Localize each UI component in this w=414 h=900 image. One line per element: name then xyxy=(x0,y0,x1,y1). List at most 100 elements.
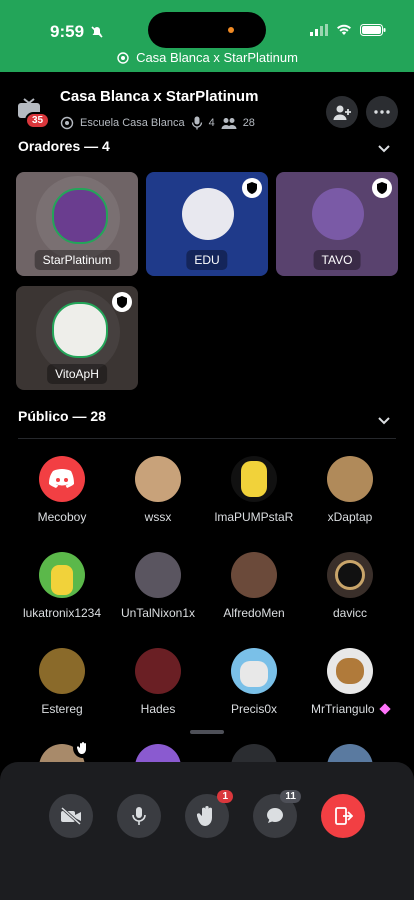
avatar xyxy=(52,302,108,358)
audience-member[interactable]: wssx xyxy=(110,456,206,524)
chat-unread-count: 11 xyxy=(280,790,301,803)
camera-toggle-button[interactable] xyxy=(49,794,93,838)
speaker-name: VitoApH xyxy=(47,364,107,384)
leave-icon xyxy=(335,807,353,825)
listeners-count: 28 xyxy=(242,117,255,129)
server-name: Escuela Casa Blanca xyxy=(80,117,185,129)
moderator-shield-icon xyxy=(372,178,392,198)
invite-button[interactable] xyxy=(326,96,358,128)
stage-icon xyxy=(60,116,74,130)
moderator-shield-icon xyxy=(112,292,132,312)
member-name: davicc xyxy=(332,606,367,620)
avatar xyxy=(327,648,373,694)
system-icons xyxy=(310,24,386,36)
people-icon xyxy=(221,118,237,129)
avatar xyxy=(231,648,277,694)
member-name: xDaptap xyxy=(327,510,373,524)
member-name: AlfredoMen xyxy=(223,606,285,620)
leave-stage-button[interactable] xyxy=(321,794,365,838)
member-name: Precis0x xyxy=(230,702,277,716)
raised-hand-icon xyxy=(197,806,212,826)
drag-handle[interactable] xyxy=(190,730,224,734)
wifi-icon xyxy=(337,24,351,35)
avatar xyxy=(182,188,234,240)
speaker-tile-edu[interactable]: EDU xyxy=(146,172,268,276)
microphone-button[interactable] xyxy=(117,794,161,838)
avatar xyxy=(39,552,85,598)
chat-bubble-icon xyxy=(267,808,283,823)
member-name: Hades xyxy=(140,702,176,716)
chevron-down-icon xyxy=(378,145,390,153)
camera-off-icon xyxy=(61,807,81,825)
audience-member[interactable]: Mecoboy xyxy=(14,456,110,524)
moderator-shield-icon xyxy=(242,178,262,198)
dynamic-island xyxy=(148,12,266,48)
section-divider xyxy=(18,438,396,439)
speaker-tile-vitoaph[interactable]: VitoApH xyxy=(16,286,138,390)
nitro-boost-icon xyxy=(379,703,391,715)
audience-member[interactable]: lukatronix1234 xyxy=(14,552,110,620)
battery-icon xyxy=(360,24,386,36)
signal-icon xyxy=(310,24,328,36)
avatar xyxy=(327,456,373,502)
avatar xyxy=(52,188,108,244)
stage-subline: Escuela Casa Blanca 4 28 xyxy=(60,116,255,130)
discord-logo-icon xyxy=(39,456,85,502)
stage-broadcast-icon xyxy=(117,51,129,64)
audience-member[interactable]: xDaptap xyxy=(302,456,398,524)
speakers-count: 4 xyxy=(208,117,215,129)
audience-member[interactable]: lmaPUMPstaR xyxy=(206,456,302,524)
audience-member[interactable]: Hades xyxy=(110,648,206,716)
audience-member[interactable]: Precis0x xyxy=(206,648,302,716)
member-name: Mecoboy xyxy=(37,510,87,524)
more-options-button[interactable] xyxy=(366,96,398,128)
speakers-heading: Oradores — 4 xyxy=(18,138,110,154)
add-person-icon xyxy=(333,105,351,120)
avatar xyxy=(135,456,181,502)
audience-heading: Público — 28 xyxy=(18,408,106,424)
audience-member[interactable]: davicc xyxy=(302,552,398,620)
avatar xyxy=(231,552,277,598)
bell-muted-icon xyxy=(91,26,103,38)
status-bar: 9:59 Casa Blanca x StarPlatinum xyxy=(0,0,414,72)
chevron-down-icon xyxy=(378,417,390,425)
stage-banner-text: Casa Blanca x StarPlatinum xyxy=(136,50,298,65)
member-name: UnTalNixon1x xyxy=(120,606,196,620)
notification-badge: 35 xyxy=(25,112,51,129)
member-name: lmaPUMPstaR xyxy=(214,510,294,524)
audience-member[interactable]: Estereg xyxy=(14,648,110,716)
speaker-name: EDU xyxy=(186,250,228,270)
avatar xyxy=(135,552,181,598)
member-name: lukatronix1234 xyxy=(22,606,102,620)
microphone-icon xyxy=(132,807,146,825)
stage-title: Casa Blanca x StarPlatinum xyxy=(60,88,259,105)
audience-member[interactable]: AlfredoMen xyxy=(206,552,302,620)
more-icon xyxy=(374,110,390,114)
avatar xyxy=(135,648,181,694)
audience-member[interactable]: MrTriangulo xyxy=(302,648,398,716)
speaker-name: TAVO xyxy=(313,250,361,270)
member-name: wssx xyxy=(144,510,172,524)
stage-sheet: 35 Casa Blanca x StarPlatinum Escuela Ca… xyxy=(0,72,414,900)
member-name-text: MrTriangulo xyxy=(311,702,375,716)
avatar xyxy=(231,456,277,502)
status-time-group: 9:59 xyxy=(50,22,104,42)
stage-banner[interactable]: Casa Blanca x StarPlatinum xyxy=(0,50,414,65)
audience-collapse-button[interactable] xyxy=(378,412,390,430)
avatar xyxy=(39,648,85,694)
voice-controls-tray: 1 11 xyxy=(0,730,414,900)
status-time: 9:59 xyxy=(50,22,85,41)
mic-icon xyxy=(191,116,202,130)
avatar xyxy=(327,552,373,598)
stage-header: 35 Casa Blanca x StarPlatinum Escuela Ca… xyxy=(0,72,414,138)
audience-member[interactable]: UnTalNixon1x xyxy=(110,552,206,620)
chat-button[interactable]: 11 xyxy=(253,790,301,838)
speaker-tile-starplatinum[interactable]: StarPlatinum xyxy=(16,172,138,276)
speakers-collapse-button[interactable] xyxy=(378,140,390,158)
speaker-name: StarPlatinum xyxy=(34,250,120,270)
raised-hand-icon xyxy=(73,738,93,758)
raised-hands-count: 1 xyxy=(217,790,233,803)
avatar xyxy=(312,188,364,240)
speaker-tile-tavo[interactable]: TAVO xyxy=(276,172,398,276)
raise-hand-button[interactable]: 1 xyxy=(185,790,233,838)
